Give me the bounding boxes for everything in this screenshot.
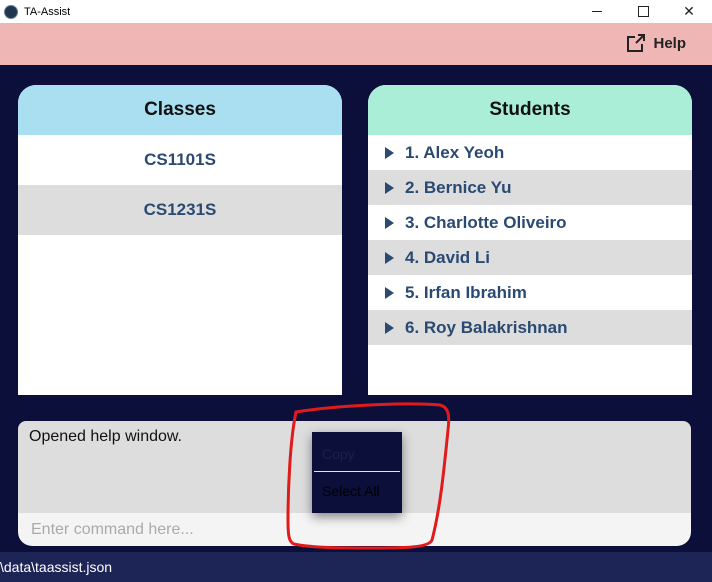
window-title: TA-Assist — [24, 5, 71, 18]
status-bar: \data\taassist.json — [0, 552, 712, 582]
close-icon: ✕ — [683, 3, 695, 20]
student-name: 1. Alex Yeoh — [405, 142, 505, 162]
minimize-button[interactable] — [574, 0, 620, 23]
class-item[interactable]: CS1101S — [18, 135, 342, 185]
data-file-path: \data\taassist.json — [0, 559, 113, 575]
minimize-icon — [592, 11, 602, 12]
student-item[interactable]: 6. Roy Balakrishnan — [368, 310, 692, 345]
title-bar: TA-Assist ✕ — [0, 0, 712, 23]
maximize-icon — [637, 6, 649, 17]
maximize-button[interactable] — [620, 0, 666, 23]
student-item[interactable]: 4. David Li — [368, 240, 692, 275]
students-panel: Students 1. Alex Yeoh 2. Bernice Yu 3. C… — [368, 85, 692, 395]
expand-caret-icon[interactable] — [385, 286, 394, 299]
student-name: 2. Bernice Yu — [405, 177, 512, 197]
menu-bar: Help — [0, 23, 712, 65]
help-label: Help — [653, 34, 686, 52]
expand-caret-icon[interactable] — [385, 216, 394, 229]
student-name: 3. Charlotte Oliveiro — [405, 212, 567, 232]
expand-caret-icon[interactable] — [385, 321, 394, 334]
close-button[interactable]: ✕ — [666, 0, 712, 23]
student-name: 5. Irfan Ibrahim — [405, 282, 527, 302]
student-name: 4. David Li — [405, 247, 491, 267]
classes-header: Classes — [18, 85, 342, 135]
student-item[interactable]: 5. Irfan Ibrahim — [368, 275, 692, 310]
external-link-icon — [627, 34, 646, 52]
classes-panel: Classes CS1101S CS1231S — [18, 85, 342, 395]
expand-caret-icon[interactable] — [385, 251, 394, 264]
students-header: Students — [368, 85, 692, 135]
red-annotation-outline — [286, 402, 451, 550]
class-item[interactable]: CS1231S — [18, 185, 342, 235]
result-text: Opened help window. — [29, 428, 182, 445]
expand-caret-icon[interactable] — [385, 146, 394, 159]
expand-caret-icon[interactable] — [385, 181, 394, 194]
app-logo-icon — [4, 4, 18, 19]
student-name: 6. Roy Balakrishnan — [405, 317, 568, 337]
window-controls: ✕ — [574, 0, 712, 23]
student-item[interactable]: 2. Bernice Yu — [368, 170, 692, 205]
student-item[interactable]: 3. Charlotte Oliveiro — [368, 205, 692, 240]
help-menu-button[interactable]: Help — [626, 33, 686, 53]
student-item[interactable]: 1. Alex Yeoh — [368, 135, 692, 170]
